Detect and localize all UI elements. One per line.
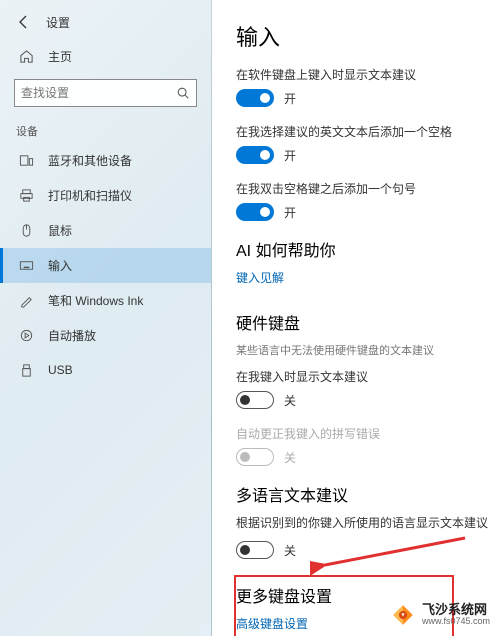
sidebar-section-label: 设备: [0, 117, 211, 143]
devices-icon: [18, 153, 34, 169]
sidebar-item-label: 输入: [48, 257, 72, 274]
watermark-logo-icon: [390, 602, 416, 628]
ai-heading: AI 如何帮助你: [236, 237, 500, 261]
sidebar-item-printers[interactable]: 打印机和扫描仪: [0, 178, 211, 213]
sidebar-item-label: USB: [48, 363, 73, 377]
sidebar-item-bluetooth[interactable]: 蓝牙和其他设备: [0, 143, 211, 178]
search-input[interactable]: [21, 86, 176, 100]
setting-label: 在我双击空格键之后添加一个句号: [236, 180, 500, 197]
hardware-keyboard-heading: 硬件键盘: [236, 310, 500, 334]
hardware-keyboard-desc: 某些语言中无法使用硬件键盘的文本建议: [236, 342, 500, 358]
page-title: 输入: [236, 20, 500, 52]
setting-label: 在我选择建议的英文文本后添加一个空格: [236, 123, 500, 140]
multilingual-heading: 多语言文本建议: [236, 482, 500, 506]
watermark-url: www.fs0745.com: [422, 617, 490, 627]
sidebar-item-label: 蓝牙和其他设备: [48, 152, 132, 169]
usb-icon: [18, 362, 34, 378]
sidebar-item-label: 自动播放: [48, 327, 96, 344]
sidebar-item-typing[interactable]: 输入: [0, 248, 211, 283]
sidebar-item-pen[interactable]: 笔和 Windows Ink: [0, 283, 211, 318]
toggle-add-space[interactable]: [236, 146, 274, 164]
arrow-left-icon: [16, 14, 32, 30]
multilingual-desc: 根据识别到的你键入所使用的语言显示文本建议: [236, 514, 500, 531]
toggle-soft-keyboard-suggestions[interactable]: [236, 89, 274, 107]
printer-icon: [18, 188, 34, 204]
home-icon: [18, 49, 34, 65]
typing-insights-link[interactable]: 键入见解: [236, 269, 284, 286]
toggle-state: 开: [284, 90, 296, 107]
toggle-state: 关: [284, 392, 296, 409]
toggle-add-period[interactable]: [236, 203, 274, 221]
toggle-hw-autocorrect: [236, 448, 274, 466]
sidebar-item-usb[interactable]: USB: [0, 353, 211, 387]
sidebar: 设置 主页 设备 蓝牙和其他设备: [0, 0, 212, 636]
sidebar-item-label: 打印机和扫描仪: [48, 187, 132, 204]
sidebar-item-label: 鼠标: [48, 222, 72, 239]
watermark: 飞沙系统网 www.fs0745.com: [390, 602, 490, 628]
search-box[interactable]: [14, 79, 197, 107]
toggle-state: 关: [284, 542, 296, 559]
setting-label: 在我键入时显示文本建议: [236, 368, 500, 385]
toggle-state: 关: [284, 449, 296, 466]
toggle-state: 开: [284, 204, 296, 221]
pen-icon: [18, 293, 34, 309]
back-button[interactable]: [12, 10, 36, 34]
setting-label: 在软件键盘上键入时显示文本建议: [236, 66, 500, 83]
search-icon: [176, 85, 190, 101]
setting-label: 自动更正我键入的拼写错误: [236, 425, 500, 442]
sidebar-item-autoplay[interactable]: 自动播放: [0, 318, 211, 353]
sidebar-item-mouse[interactable]: 鼠标: [0, 213, 211, 248]
content: 输入 在软件键盘上键入时显示文本建议 开 在我选择建议的英文文本后添加一个空格 …: [212, 0, 500, 636]
toggle-state: 开: [284, 147, 296, 164]
toggle-hw-suggestions[interactable]: [236, 391, 274, 409]
watermark-name: 飞沙系统网: [422, 603, 490, 617]
advanced-keyboard-link[interactable]: 高级键盘设置: [236, 615, 308, 632]
toggle-multilingual[interactable]: [236, 541, 274, 559]
sidebar-item-label: 笔和 Windows Ink: [48, 292, 143, 309]
sidebar-home[interactable]: 主页: [0, 40, 211, 73]
autoplay-icon: [18, 328, 34, 344]
window-title: 设置: [46, 14, 70, 31]
sidebar-home-label: 主页: [48, 48, 72, 65]
mouse-icon: [18, 223, 34, 239]
keyboard-icon: [18, 258, 34, 274]
